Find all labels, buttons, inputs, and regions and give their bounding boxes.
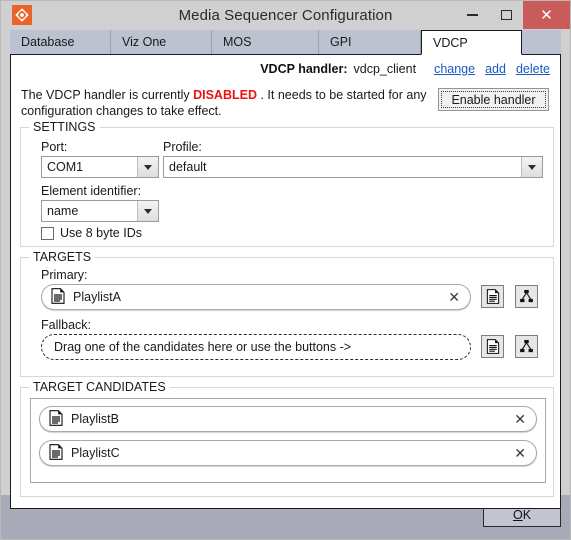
tab-label: VDCP [433, 35, 468, 50]
profile-label: Profile: [163, 140, 202, 154]
tab-database[interactable]: Database [10, 30, 111, 54]
ok-accel: O [512, 508, 523, 522]
candidate-name: PlaylistC [71, 446, 120, 460]
tab-mos[interactable]: MOS [212, 30, 319, 54]
media-sequencer-configuration-window: Media Sequencer Configuration ✕ Database… [0, 0, 571, 540]
minimize-icon [466, 14, 478, 16]
handler-name: vdcp_client [353, 62, 417, 76]
primary-label: Primary: [41, 268, 88, 282]
primary-target-name: PlaylistA [73, 290, 121, 304]
handler-status-message: The VDCP handler is currently DISABLED .… [21, 87, 431, 119]
remove-candidate-icon[interactable]: ✕ [514, 446, 526, 460]
primary-target-item[interactable]: PlaylistA ✕ [41, 284, 471, 310]
fallback-dropzone[interactable]: Drag one of the candidates here or use t… [41, 334, 471, 360]
tab-label: GPI [330, 35, 352, 49]
document-icon [49, 443, 63, 463]
add-handler-link[interactable]: add [485, 62, 506, 76]
fallback-add-tree-button[interactable] [515, 335, 538, 358]
element-identifier-label: Element identifier: [41, 184, 142, 198]
list-item[interactable]: PlaylistC ✕ [39, 440, 537, 466]
enable-handler-label: Enable handler [451, 92, 536, 107]
element-identifier-value: name [47, 204, 79, 218]
candidates-legend: TARGET CANDIDATES [29, 380, 170, 394]
document-icon [51, 287, 65, 307]
close-icon: ✕ [540, 6, 553, 24]
window-controls: ✕ [455, 1, 570, 29]
tab-label: MOS [223, 35, 252, 49]
tab-strip-filler [522, 30, 561, 54]
close-button[interactable]: ✕ [523, 1, 570, 29]
port-combo[interactable]: COM1 [41, 156, 159, 178]
ok-rest: K [522, 508, 532, 522]
fallback-add-playlist-button[interactable] [481, 335, 504, 358]
change-handler-link[interactable]: change [434, 62, 475, 76]
status-prefix: The VDCP handler is currently [21, 88, 190, 102]
remove-candidate-icon[interactable]: ✕ [514, 412, 526, 426]
status-badge: DISABLED [193, 88, 257, 102]
list-item[interactable]: PlaylistB ✕ [39, 406, 537, 432]
settings-group: SETTINGS Port: COM1 Profile: default Ele… [20, 120, 554, 247]
element-identifier-combo[interactable]: name [41, 200, 159, 222]
fallback-label: Fallback: [41, 318, 92, 332]
title-bar: Media Sequencer Configuration ✕ [1, 1, 570, 29]
tab-viz-one[interactable]: Viz One [111, 30, 212, 54]
tab-vdcp[interactable]: VDCP [421, 30, 522, 55]
minimize-button[interactable] [455, 1, 489, 29]
handler-row: VDCP handler: vdcp_client change add del… [260, 62, 550, 76]
candidate-name: PlaylistB [71, 412, 119, 426]
fallback-placeholder: Drag one of the candidates here or use t… [54, 340, 352, 354]
settings-legend: SETTINGS [29, 120, 100, 134]
chevron-down-icon[interactable] [137, 157, 158, 177]
enable-handler-button[interactable]: Enable handler [438, 88, 549, 111]
document-icon [49, 409, 63, 429]
port-label: Port: [41, 140, 68, 154]
vdcp-tab-page: VDCP handler: vdcp_client change add del… [10, 54, 561, 509]
use-8-byte-ids-checkbox-row[interactable]: Use 8 byte IDs [41, 226, 142, 240]
delete-handler-link[interactable]: delete [516, 62, 550, 76]
candidates-list: PlaylistB ✕ PlaylistC ✕ [30, 398, 546, 483]
use-8-byte-ids-label: Use 8 byte IDs [60, 226, 142, 240]
viz-diamond-icon [12, 5, 32, 25]
targets-legend: TARGETS [29, 250, 96, 264]
primary-add-tree-button[interactable] [515, 285, 538, 308]
tab-strip: Database Viz One MOS GPI VDCP [10, 29, 561, 55]
maximize-button[interactable] [489, 1, 523, 29]
chevron-down-icon[interactable] [521, 157, 542, 177]
chevron-down-icon[interactable] [137, 201, 158, 221]
remove-primary-target-icon[interactable]: ✕ [448, 290, 460, 304]
target-candidates-group: TARGET CANDIDATES PlaylistB ✕ PlaylistC … [20, 380, 554, 497]
profile-combo[interactable]: default [163, 156, 543, 178]
handler-label: VDCP handler: [260, 62, 348, 76]
targets-group: TARGETS Primary: PlaylistA ✕ Fallback: D… [20, 250, 554, 377]
tab-gpi[interactable]: GPI [319, 30, 421, 54]
profile-value: default [169, 160, 207, 174]
primary-add-playlist-button[interactable] [481, 285, 504, 308]
tab-label: Database [21, 35, 75, 49]
port-value: COM1 [47, 160, 84, 174]
tab-label: Viz One [122, 35, 167, 49]
checkbox-icon[interactable] [41, 226, 54, 240]
maximize-icon [500, 10, 512, 20]
